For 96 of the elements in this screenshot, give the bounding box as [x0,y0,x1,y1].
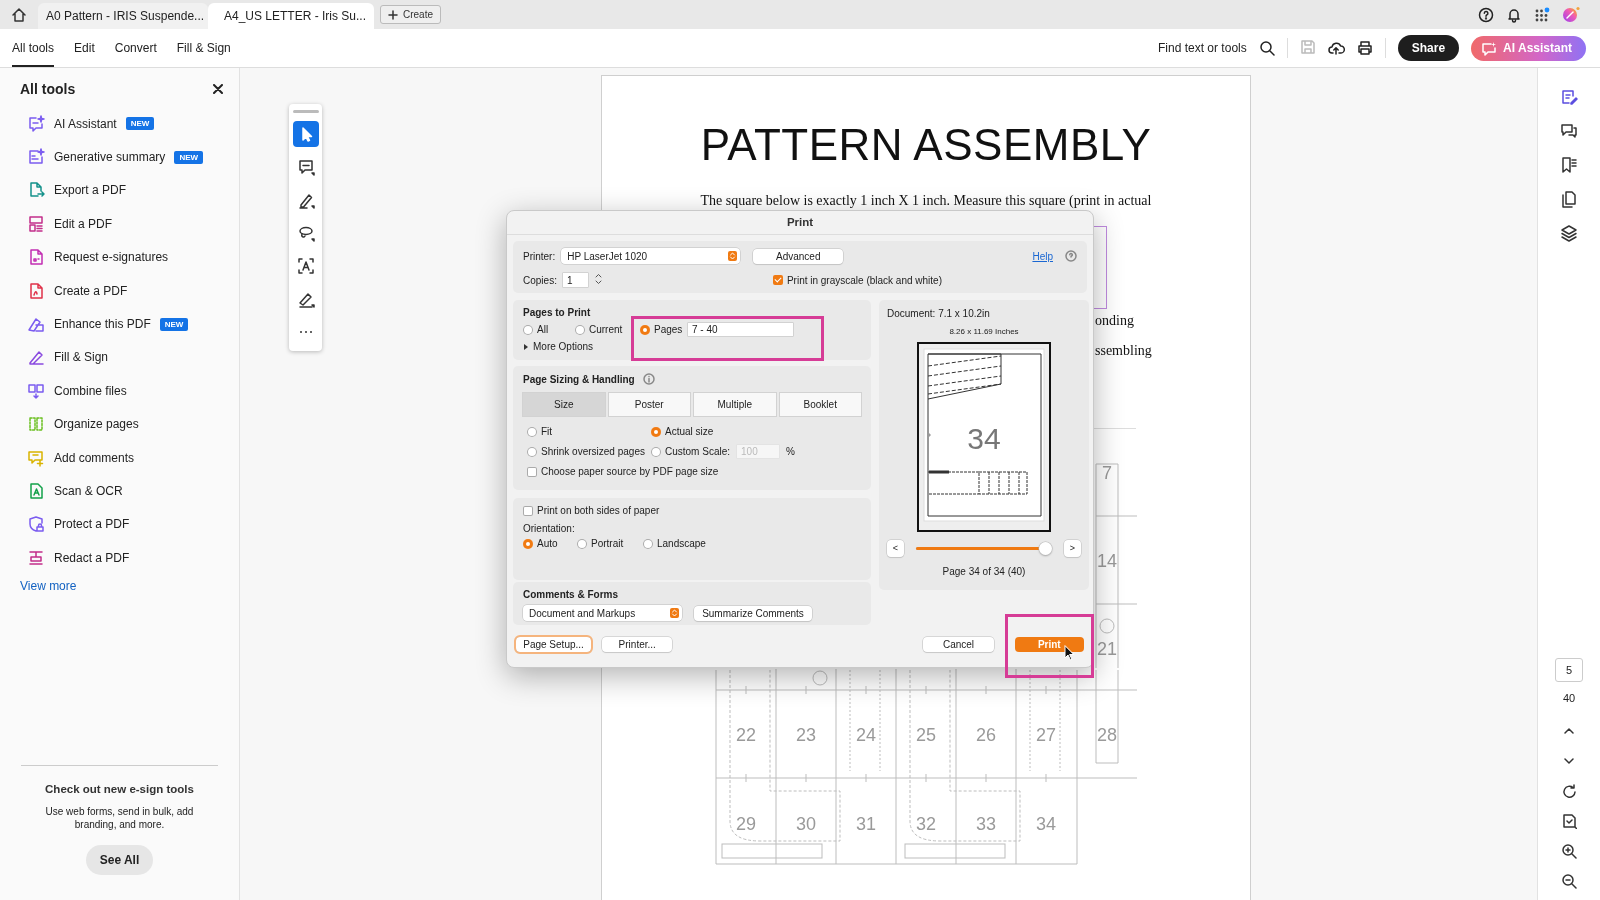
grid-number: 24 [856,725,876,745]
document-text: onding [1095,313,1134,329]
grid-number: 34 [1036,814,1056,834]
dialog-button[interactable]: Page Setup... [516,637,592,652]
browser-tab[interactable]: A4_US LETTER - Iris Su... [208,3,374,29]
new-badge: NEW [125,117,155,131]
option-label: Print on both sides of paper [537,505,660,516]
browser-tab[interactable]: A0 Pattern - IRIS Suspende... [38,3,208,29]
tool-item[interactable]: Organize pages [54,417,139,432]
tool-item[interactable]: Request e-signatures [54,250,169,265]
copies-field[interactable]: 1 [562,273,588,287]
create-button[interactable]: Create [380,5,441,24]
promo-text: Use web forms, send in bulk, add branding, and more. [44,805,195,831]
unit-label: % [786,446,795,457]
grid-number: 22 [736,725,756,745]
previous-page-button[interactable]: < [887,540,904,557]
tool-item[interactable]: Scan & OCR [54,484,123,498]
tool-item[interactable]: Create a PDF [54,283,128,298]
menu-tab[interactable]: Edit [74,29,95,67]
tool-item[interactable]: AI Assistant [54,116,117,131]
grid-number: 14 [1097,551,1117,571]
tool-item[interactable]: Add comments [54,450,135,465]
see-all-button[interactable]: See All [85,845,154,875]
grid-number: 21 [1097,639,1117,659]
paper-size-label: 8.26 x 11.69 Inches [949,327,1019,336]
tab-label: A0 Pattern - IRIS Suspende... [46,9,205,23]
tool-item[interactable]: Protect a PDF [54,517,130,532]
option-label: Pages [654,324,683,335]
dialog-button[interactable]: Printer... [602,637,673,652]
promo-title: Check out new e-sign tools [45,783,194,795]
section-title: Comments & Forms [523,589,619,600]
mode-tab[interactable]: Size [523,393,605,416]
document-text: ssembling [1095,343,1152,359]
grid-number: 7 [1102,463,1112,483]
option-label: Shrink oversized pages [541,446,645,457]
grid-number: 33 [976,814,996,834]
view-more-link[interactable]: View more [0,574,77,594]
tool-item[interactable]: Redact a PDF [54,550,130,565]
tool-item[interactable]: Edit a PDF [54,216,113,231]
field-label: Orientation: [523,523,576,534]
preview-page-number: 34 [966,422,1002,456]
grid-number: 30 [796,814,816,834]
mode-tab[interactable]: Poster [608,393,690,416]
grid-number: 23 [796,725,816,745]
panel-title: All tools [20,81,76,97]
page-range-field[interactable]: 7 - 40 [688,323,793,336]
grid-number: 26 [976,725,996,745]
share-button[interactable]: Share [1397,35,1460,61]
page-number-field[interactable]: 5 [1555,658,1583,682]
comments-select[interactable]: Document and Markups [523,605,682,621]
section-title: Pages to Print [523,307,592,318]
total-pages-label: 40 [1562,692,1576,704]
printer-select[interactable]: HP LaserJet 1020 [561,248,741,264]
field-label: Printer: [523,250,556,262]
option-label: Landscape [657,538,706,549]
option-label: Actual size [665,426,714,437]
tab-label: A4_US LETTER - Iris Su... [224,9,367,23]
grid-number: 32 [916,814,936,834]
grid-number: 25 [916,725,936,745]
tool-item[interactable]: Generative summary [54,150,166,165]
next-page-button[interactable]: > [1064,540,1081,557]
tool-item[interactable]: Combine files [54,383,127,398]
search-label[interactable]: Find text or tools [1158,41,1247,55]
summarize-button[interactable]: Summarize Comments [694,605,812,621]
option-label: Choose paper source by PDF page size [541,466,719,477]
option-label: Current [589,324,623,335]
option-label: Print in grayscale (black and white) [786,274,942,286]
advanced-button[interactable]: Advanced [753,248,844,264]
option-label: Custom Scale: [665,446,731,457]
menu-tab[interactable]: Fill & Sign [176,29,231,67]
option-label: Fit [541,426,553,437]
tool-item[interactable]: Fill & Sign [54,350,109,365]
new-badge: NEW [174,150,204,164]
document-paragraph: The square below is exactly 1 inch X 1 inch. Measure this square (print in actual [699,193,1153,209]
page-count-label: Page 34 of 34 (40) [942,566,1026,577]
option-label: Portrait [591,538,624,549]
grid-number: 31 [856,814,876,834]
more-options-toggle[interactable]: More Options [533,341,594,352]
document-title: PATTERN ASSEMBLY [699,120,1153,170]
help-link[interactable]: Help [1032,250,1053,262]
document-size-label: Document: 7.1 x 10.2in [887,308,990,319]
grid-number: 28 [1097,725,1117,745]
tool-item[interactable]: Export a PDF [54,183,127,198]
mode-tab[interactable]: Multiple [694,393,776,416]
menu-tab[interactable]: Convert [114,29,157,67]
grid-number: 27 [1036,725,1056,745]
grid-number: 29 [736,814,756,834]
dialog-title: Print [507,211,1093,235]
field-label: Copies: [523,274,557,286]
option-label: Auto [537,538,558,549]
option-label: All [537,324,549,335]
section-title: Page Sizing & Handling [523,373,635,385]
mode-tab[interactable]: Booklet [779,393,861,416]
dialog-button[interactable]: Cancel [923,637,994,652]
tool-item[interactable]: Enhance this PDF [54,317,151,332]
new-badge: NEW [159,317,189,331]
